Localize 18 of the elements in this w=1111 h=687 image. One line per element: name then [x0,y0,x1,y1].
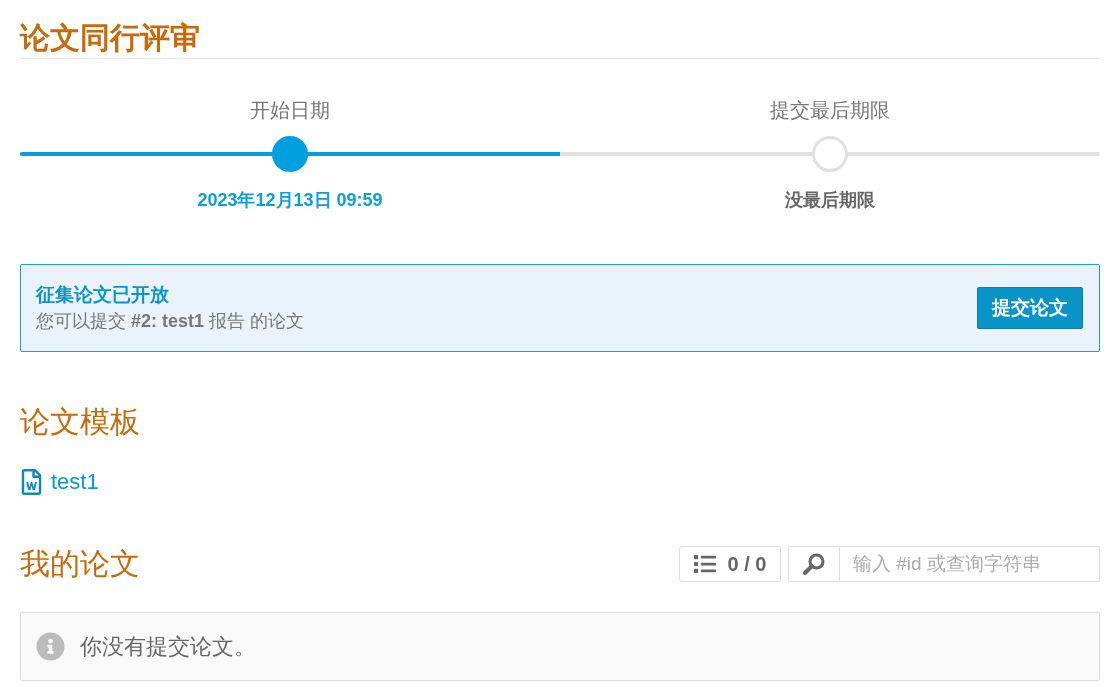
search-icon [788,546,840,582]
step-label: 开始日期 [250,98,330,123]
empty-message: 你没有提交论文。 [80,632,256,661]
list-icon [693,553,716,575]
template-file-link[interactable]: test1 [20,467,99,497]
search-field[interactable]: 输入 #id 或查询字符串 [840,546,1100,582]
word-document-icon [20,469,43,495]
submit-paper-button[interactable]: 提交论文 [977,287,1083,329]
section-heading: 论文模板 [20,404,141,440]
step-date: 没最后期限 [785,189,875,212]
info-icon [36,632,65,661]
section-heading: 我的论文 [20,546,140,582]
step-label: 提交最后期限 [770,98,890,123]
step-date: 2023年12月13日 09:59 [197,189,383,212]
notice-message: 您可以提交 #2: test1 报告 的论文 [36,310,305,333]
page-title: 论文同行评审 [20,0,1100,59]
notice-title: 征集论文已开放 [36,283,170,307]
paper-count-button[interactable]: 0 / 0 [679,546,781,582]
